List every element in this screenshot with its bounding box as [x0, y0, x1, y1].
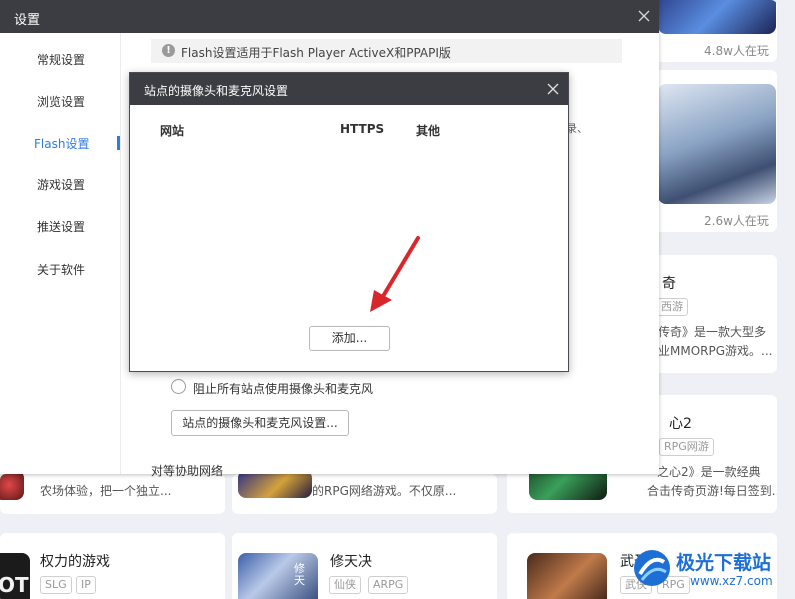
- game-card-left-fragment[interactable]: 农场体验，把一个独立...: [0, 474, 225, 514]
- aurora-logo-icon: [634, 550, 670, 586]
- nav-flash[interactable]: Flash设置: [34, 135, 89, 152]
- game-card-mid-fragment[interactable]: 的RPG网络游戏。不仅原...: [232, 474, 497, 514]
- active-nav-indicator: [117, 136, 120, 150]
- game-tag: IP: [76, 576, 96, 594]
- game-title: 修天决: [330, 554, 372, 570]
- notice-text: Flash设置适用于Flash Player ActiveX和PPAPI版: [181, 46, 451, 60]
- game-art-text: OT: [0, 573, 29, 597]
- block-all-radio[interactable]: [171, 379, 186, 394]
- nav-about[interactable]: 关于软件: [37, 261, 85, 278]
- column-other[interactable]: 其他: [416, 122, 440, 139]
- game-cover-image: [238, 474, 312, 498]
- settings-titlebar[interactable]: 设置: [0, 0, 659, 33]
- game-tag: 仙侠: [329, 576, 361, 594]
- watermark-name: 极光下载站: [676, 552, 772, 574]
- nav-browse[interactable]: 浏览设置: [37, 93, 85, 110]
- nav-push[interactable]: 推送设置: [37, 218, 85, 235]
- column-https[interactable]: HTTPS: [340, 122, 384, 136]
- game-tag: SLG: [40, 576, 72, 594]
- game-title: 奇: [662, 276, 676, 292]
- game-description: 农场体验，把一个独立...: [40, 484, 172, 498]
- game-cover-image: [527, 553, 607, 599]
- game-tag: ARPG: [368, 576, 409, 594]
- game-cover-image: [658, 84, 776, 204]
- game-description: 合击传奇页游!每日签到...: [647, 484, 777, 498]
- info-icon: !: [162, 44, 175, 57]
- dialog-titlebar[interactable]: 站点的摄像头和麦克风设置: [130, 73, 568, 105]
- site-camera-mic-settings-button[interactable]: 站点的摄像头和麦克风设置...: [171, 410, 349, 436]
- game-card-bottom-mid[interactable]: 修天 修天决 仙侠 ARPG: [232, 533, 497, 599]
- settings-title: 设置: [14, 13, 41, 28]
- close-icon[interactable]: [546, 82, 560, 96]
- player-count: 4.8w人在玩: [704, 44, 769, 58]
- game-description: 传奇》是一款大型多: [658, 325, 767, 339]
- column-site[interactable]: 网站: [160, 122, 184, 139]
- game-description: 业MMORPG游戏。...: [658, 344, 773, 358]
- watermark-url: www.xz7.com: [690, 574, 773, 588]
- nav-game[interactable]: 游戏设置: [37, 176, 85, 193]
- truncated-text: 录、: [566, 122, 588, 135]
- game-art-text: 修天: [294, 562, 305, 587]
- game-title: 权力的游戏: [40, 554, 110, 570]
- game-card-bottom-left[interactable]: OT 权力的游戏 SLG IP: [0, 533, 225, 599]
- game-description: 之心2》是一款经典: [657, 465, 761, 479]
- game-cover-image: [0, 474, 24, 500]
- close-icon[interactable]: [636, 8, 652, 24]
- flash-notice: ! Flash设置适用于Flash Player ActiveX和PPAPI版: [151, 39, 622, 63]
- watermark-logo: 极光下载站 www.xz7.com: [630, 544, 790, 596]
- annotation-arrow: [370, 236, 420, 312]
- game-tag: 西游: [656, 298, 688, 316]
- dialog-title: 站点的摄像头和麦克风设置: [144, 84, 289, 98]
- add-button[interactable]: 添加...: [309, 326, 390, 351]
- player-count: 2.6w人在玩: [704, 214, 769, 228]
- nav-general[interactable]: 常规设置: [37, 51, 85, 68]
- block-all-label[interactable]: 阻止所有站点使用摄像头和麦克风: [193, 380, 373, 397]
- game-title: 心2: [669, 416, 692, 432]
- camera-mic-dialog: 站点的摄像头和麦克风设置 网站 HTTPS 其他 添加...: [129, 72, 569, 372]
- game-description: 的RPG网络游戏。不仅原...: [312, 484, 457, 498]
- peer-network-heading: 对等协助网络: [151, 464, 224, 478]
- game-cover-image: [658, 0, 776, 34]
- game-tag: RPG网游: [659, 438, 714, 456]
